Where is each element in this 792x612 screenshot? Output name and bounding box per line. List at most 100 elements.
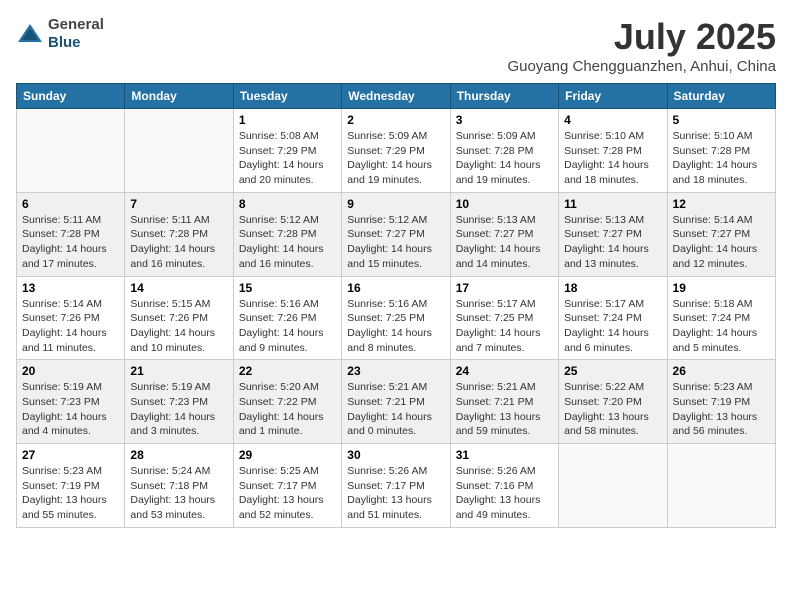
weekday-header-row: SundayMondayTuesdayWednesdayThursdayFrid… bbox=[17, 84, 776, 109]
day-number: 4 bbox=[564, 113, 661, 127]
day-number: 17 bbox=[456, 281, 553, 295]
weekday-header-monday: Monday bbox=[125, 84, 233, 109]
calendar-cell: 25 Sunrise: 5:22 AM Sunset: 7:20 PM Dayli… bbox=[559, 360, 667, 444]
day-info: Sunrise: 5:08 AM Sunset: 7:29 PM Dayligh… bbox=[239, 129, 336, 188]
day-number: 11 bbox=[564, 197, 661, 211]
day-info: Sunrise: 5:10 AM Sunset: 7:28 PM Dayligh… bbox=[564, 129, 661, 188]
weekday-header-friday: Friday bbox=[559, 84, 667, 109]
logo: General Blue bbox=[16, 16, 104, 52]
day-info: Sunrise: 5:11 AM Sunset: 7:28 PM Dayligh… bbox=[22, 213, 119, 272]
day-info: Sunrise: 5:16 AM Sunset: 7:25 PM Dayligh… bbox=[347, 297, 444, 356]
day-info: Sunrise: 5:16 AM Sunset: 7:26 PM Dayligh… bbox=[239, 297, 336, 356]
calendar-cell: 5Sunrise: 5:10 AM Sunset: 7:28 PM Daylig… bbox=[667, 109, 775, 193]
day-info: Sunrise: 5:23 AM Sunset: 7:19 PM Dayligh… bbox=[673, 380, 770, 439]
calendar-cell: 15Sunrise: 5:16 AM Sunset: 7:26 PM Dayli… bbox=[233, 276, 341, 360]
calendar-cell: 9 Sunrise: 5:12 AM Sunset: 7:27 PM Daylig… bbox=[342, 192, 450, 276]
day-info: Sunrise: 5:24 AM Sunset: 7:18 PM Dayligh… bbox=[130, 464, 227, 523]
day-number: 18 bbox=[564, 281, 661, 295]
day-number: 3 bbox=[456, 113, 553, 127]
calendar-cell: 17 Sunrise: 5:17 AM Sunset: 7:25 PM Dayli… bbox=[450, 276, 558, 360]
day-info: Sunrise: 5:15 AM Sunset: 7:26 PM Dayligh… bbox=[130, 297, 227, 356]
calendar-cell: 21Sunrise: 5:19 AM Sunset: 7:23 PM Dayli… bbox=[125, 360, 233, 444]
day-number: 6 bbox=[22, 197, 119, 211]
day-number: 20 bbox=[22, 364, 119, 378]
day-info: Sunrise: 5:11 AM Sunset: 7:28 PM Dayligh… bbox=[130, 213, 227, 272]
day-number: 12 bbox=[673, 197, 770, 211]
calendar-week-row: 6 Sunrise: 5:11 AM Sunset: 7:28 PM Daylig… bbox=[17, 192, 776, 276]
weekday-header-tuesday: Tuesday bbox=[233, 84, 341, 109]
day-number: 19 bbox=[673, 281, 770, 295]
calendar-cell: 1Sunrise: 5:08 AM Sunset: 7:29 PM Daylig… bbox=[233, 109, 341, 193]
day-info: Sunrise: 5:21 AM Sunset: 7:21 PM Dayligh… bbox=[347, 380, 444, 439]
calendar-cell: 20 Sunrise: 5:19 AM Sunset: 7:23 PM Dayli… bbox=[17, 360, 125, 444]
day-info: Sunrise: 5:26 AM Sunset: 7:16 PM Dayligh… bbox=[456, 464, 553, 523]
calendar-cell bbox=[667, 444, 775, 528]
day-number: 29 bbox=[239, 448, 336, 462]
day-info: Sunrise: 5:14 AM Sunset: 7:26 PM Dayligh… bbox=[22, 297, 119, 356]
calendar-cell: 18 Sunrise: 5:17 AM Sunset: 7:24 PM Dayli… bbox=[559, 276, 667, 360]
day-info: Sunrise: 5:12 AM Sunset: 7:28 PM Dayligh… bbox=[239, 213, 336, 272]
calendar-cell: 22 Sunrise: 5:20 AM Sunset: 7:22 PM Dayli… bbox=[233, 360, 341, 444]
calendar-cell: 31Sunrise: 5:26 AM Sunset: 7:16 PM Dayli… bbox=[450, 444, 558, 528]
title-block: July 2025 Guoyang Chengguanzhen, Anhui, … bbox=[507, 16, 776, 75]
day-info: Sunrise: 5:09 AM Sunset: 7:28 PM Dayligh… bbox=[456, 129, 553, 188]
calendar-table: SundayMondayTuesdayWednesdayThursdayFrid… bbox=[16, 83, 776, 528]
calendar-cell bbox=[17, 109, 125, 193]
calendar-cell: 14Sunrise: 5:15 AM Sunset: 7:26 PM Dayli… bbox=[125, 276, 233, 360]
day-number: 16 bbox=[347, 281, 444, 295]
calendar-cell: 24 Sunrise: 5:21 AM Sunset: 7:21 PM Dayli… bbox=[450, 360, 558, 444]
day-info: Sunrise: 5:20 AM Sunset: 7:22 PM Dayligh… bbox=[239, 380, 336, 439]
day-number: 24 bbox=[456, 364, 553, 378]
day-number: 13 bbox=[22, 281, 119, 295]
location: Guoyang Chengguanzhen, Anhui, China bbox=[507, 58, 776, 75]
calendar-cell: 16 Sunrise: 5:16 AM Sunset: 7:25 PM Dayli… bbox=[342, 276, 450, 360]
day-number: 25 bbox=[564, 364, 661, 378]
day-info: Sunrise: 5:19 AM Sunset: 7:23 PM Dayligh… bbox=[22, 380, 119, 439]
day-info: Sunrise: 5:13 AM Sunset: 7:27 PM Dayligh… bbox=[564, 213, 661, 272]
weekday-header-thursday: Thursday bbox=[450, 84, 558, 109]
day-number: 22 bbox=[239, 364, 336, 378]
calendar-cell: 29Sunrise: 5:25 AM Sunset: 7:17 PM Dayli… bbox=[233, 444, 341, 528]
day-info: Sunrise: 5:17 AM Sunset: 7:25 PM Dayligh… bbox=[456, 297, 553, 356]
day-number: 27 bbox=[22, 448, 119, 462]
day-info: Sunrise: 5:17 AM Sunset: 7:24 PM Dayligh… bbox=[564, 297, 661, 356]
day-number: 30 bbox=[347, 448, 444, 462]
calendar-week-row: 20 Sunrise: 5:19 AM Sunset: 7:23 PM Dayli… bbox=[17, 360, 776, 444]
calendar-week-row: 13 Sunrise: 5:14 AM Sunset: 7:26 PM Dayli… bbox=[17, 276, 776, 360]
calendar-cell: 26 Sunrise: 5:23 AM Sunset: 7:19 PM Dayli… bbox=[667, 360, 775, 444]
day-number: 26 bbox=[673, 364, 770, 378]
day-number: 23 bbox=[347, 364, 444, 378]
day-info: Sunrise: 5:14 AM Sunset: 7:27 PM Dayligh… bbox=[673, 213, 770, 272]
calendar-cell: 6 Sunrise: 5:11 AM Sunset: 7:28 PM Daylig… bbox=[17, 192, 125, 276]
day-number: 5 bbox=[673, 113, 770, 127]
calendar-cell: 27Sunrise: 5:23 AM Sunset: 7:19 PM Dayli… bbox=[17, 444, 125, 528]
calendar-cell: 13 Sunrise: 5:14 AM Sunset: 7:26 PM Dayli… bbox=[17, 276, 125, 360]
month-year: July 2025 bbox=[507, 16, 776, 58]
weekday-header-sunday: Sunday bbox=[17, 84, 125, 109]
logo-blue-text: Blue bbox=[48, 34, 81, 51]
day-info: Sunrise: 5:09 AM Sunset: 7:29 PM Dayligh… bbox=[347, 129, 444, 188]
page-header: General Blue July 2025 Guoyang Chengguan… bbox=[16, 16, 776, 75]
weekday-header-wednesday: Wednesday bbox=[342, 84, 450, 109]
calendar-cell: 3 Sunrise: 5:09 AM Sunset: 7:28 PM Daylig… bbox=[450, 109, 558, 193]
day-number: 2 bbox=[347, 113, 444, 127]
calendar-cell: 8 Sunrise: 5:12 AM Sunset: 7:28 PM Daylig… bbox=[233, 192, 341, 276]
calendar-cell: 7 Sunrise: 5:11 AM Sunset: 7:28 PM Daylig… bbox=[125, 192, 233, 276]
day-number: 8 bbox=[239, 197, 336, 211]
day-number: 21 bbox=[130, 364, 227, 378]
calendar-cell: 23 Sunrise: 5:21 AM Sunset: 7:21 PM Dayli… bbox=[342, 360, 450, 444]
day-info: Sunrise: 5:21 AM Sunset: 7:21 PM Dayligh… bbox=[456, 380, 553, 439]
day-number: 28 bbox=[130, 448, 227, 462]
calendar-cell: 4 Sunrise: 5:10 AM Sunset: 7:28 PM Daylig… bbox=[559, 109, 667, 193]
calendar-cell: 19 Sunrise: 5:18 AM Sunset: 7:24 PM Dayli… bbox=[667, 276, 775, 360]
calendar-cell: 30Sunrise: 5:26 AM Sunset: 7:17 PM Dayli… bbox=[342, 444, 450, 528]
day-info: Sunrise: 5:22 AM Sunset: 7:20 PM Dayligh… bbox=[564, 380, 661, 439]
calendar-cell bbox=[559, 444, 667, 528]
day-number: 10 bbox=[456, 197, 553, 211]
day-number: 7 bbox=[130, 197, 227, 211]
calendar-week-row: 1Sunrise: 5:08 AM Sunset: 7:29 PM Daylig… bbox=[17, 109, 776, 193]
day-info: Sunrise: 5:18 AM Sunset: 7:24 PM Dayligh… bbox=[673, 297, 770, 356]
day-info: Sunrise: 5:12 AM Sunset: 7:27 PM Dayligh… bbox=[347, 213, 444, 272]
day-number: 9 bbox=[347, 197, 444, 211]
logo-icon bbox=[16, 22, 44, 46]
